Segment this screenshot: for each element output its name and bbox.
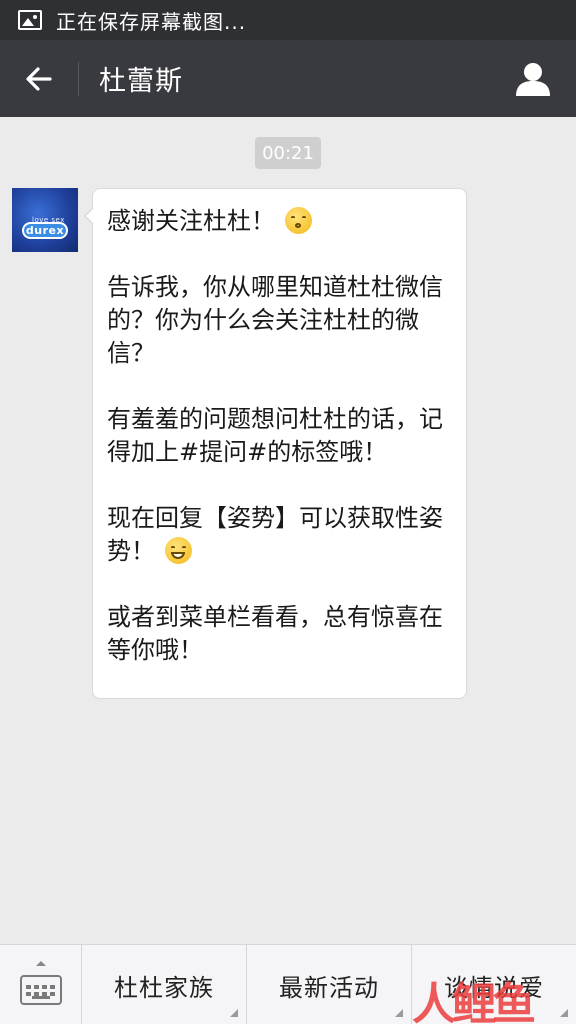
- menu-item-label: 最新活动: [279, 973, 379, 1002]
- menu-item-label: 杜杜家族: [114, 973, 214, 1002]
- message-paragraph: 有羞羞的问题想问杜杜的话，记得加上#提问#的标签哦！: [107, 405, 443, 466]
- keyboard-toggle-button[interactable]: [0, 945, 82, 1024]
- profile-button[interactable]: [514, 60, 552, 98]
- status-text: 正在保存屏幕截图...: [56, 9, 247, 34]
- message-paragraph: 或者到菜单栏看看，总有惊喜在等你哦！: [107, 603, 443, 664]
- avatar[interactable]: love sex durex: [12, 188, 78, 252]
- menu-item-activities[interactable]: 最新活动: [247, 945, 412, 1024]
- message-paragraph: 告诉我，你从哪里知道杜杜微信的？你为什么会关注杜杜的微信？: [107, 273, 443, 367]
- submenu-corner-icon: [395, 1009, 403, 1017]
- menu-item-family[interactable]: 杜杜家族: [82, 945, 247, 1024]
- nav-divider: [78, 61, 79, 96]
- message-paragraph: 现在回复【姿势】可以获取性姿势！: [107, 504, 443, 565]
- screenshot-icon: [18, 10, 42, 30]
- status-bar: 正在保存屏幕截图...: [0, 0, 576, 40]
- submenu-corner-icon: [230, 1009, 238, 1017]
- menu-bar: 杜杜家族 最新活动 谈情说爱: [0, 944, 576, 1024]
- nav-bar: 杜蕾斯: [0, 40, 576, 117]
- back-button[interactable]: [0, 40, 78, 117]
- person-icon: [516, 63, 550, 96]
- menu-item-romance[interactable]: 谈情说爱: [412, 945, 576, 1024]
- menu-item-label: 谈情说爱: [444, 973, 544, 1002]
- submenu-corner-icon: [560, 1009, 568, 1017]
- page-title: 杜蕾斯: [99, 66, 183, 97]
- message-paragraph: 感谢关注杜杜！: [107, 205, 452, 238]
- avatar-logo: durex: [22, 222, 68, 239]
- back-arrow-icon: [26, 66, 52, 91]
- keyboard-icon: [19, 975, 62, 1005]
- caret-up-icon: [36, 961, 46, 966]
- timestamp-badge: 00:21: [255, 137, 321, 169]
- grinning-face-icon: [165, 537, 192, 564]
- kissing-face-icon: [285, 207, 312, 234]
- message-bubble[interactable]: 感谢关注杜杜！ 告诉我，你从哪里知道杜杜微信的？你为什么会关注杜杜的微信？ 有羞…: [84, 188, 467, 699]
